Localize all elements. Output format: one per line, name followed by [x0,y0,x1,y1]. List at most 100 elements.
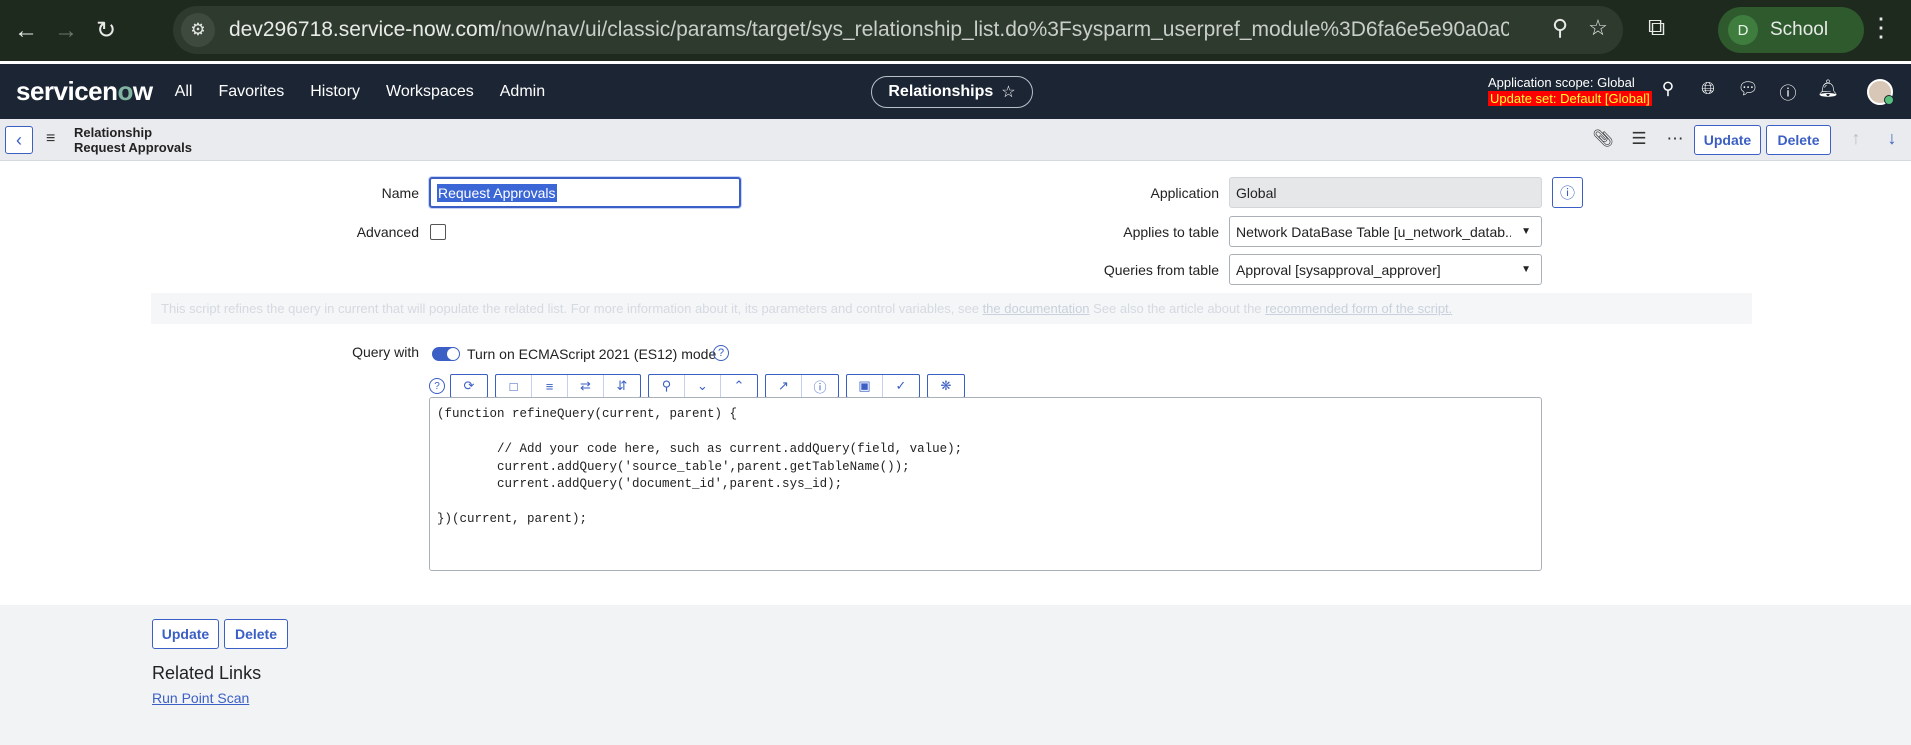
user-avatar[interactable] [1867,79,1894,105]
toolbar-group-2: □ ≡ ⇄ ⇵ [495,374,641,398]
next-record-icon[interactable]: ↓ [1874,128,1910,149]
update-set-text: Update set: Default [Global] [1488,91,1652,106]
script-editor[interactable]: (function refineQuery(current, parent) {… [429,397,1542,571]
recommended-form-link[interactable]: recommended form of the script. [1265,301,1452,316]
update-button[interactable]: Update [1694,125,1761,155]
servicenow-header: servicenow All Favorites History Workspa… [0,64,1911,119]
chat-icon[interactable]: 💬︎ [1728,79,1768,104]
paperclip-icon[interactable]: 📎︎ [1585,129,1621,149]
application-field: Global [1229,177,1542,208]
header-icons: ⚲ 🌐︎ 💬︎ ⓘ 🔔︎ [1648,79,1848,104]
reload-icon[interactable]: ↻ [86,11,126,51]
browser-menu-icon[interactable]: ⋮ [1868,12,1894,43]
toolbar-group-4: ↗ ⓘ [765,374,839,398]
nav-favorites[interactable]: Favorites [218,83,284,101]
nav-all[interactable]: All [175,83,193,101]
globe-icon[interactable]: 🌐︎ [1688,79,1728,104]
format-code-icon[interactable]: ⟳ [451,375,487,397]
find-previous-icon[interactable]: ⌃ [721,375,757,397]
queries-from-table-label: Queries from table [1103,262,1219,278]
url-domain: dev296718.service-now.com [229,18,496,41]
queries-from-table-value: Approval [sysapproval_approver] [1236,261,1441,278]
application-label: Application [1150,185,1220,201]
chevron-down-icon: ▼ [1521,226,1531,237]
previous-record-icon[interactable]: ↑ [1838,128,1874,149]
fullscreen-icon[interactable]: ↗ [766,375,802,397]
zoom-icon[interactable]: ⚲ [1545,15,1575,41]
extensions-icon[interactable]: ⧉ [1648,14,1665,42]
find-next-icon[interactable]: ⌄ [685,375,721,397]
search-icon[interactable]: ⚲ [1648,79,1688,104]
toolbar-group-5: ▣ ✓ [846,374,920,398]
es12-toggle-label: Turn on ECMAScript 2021 (ES12) mode [467,346,717,362]
back-button[interactable]: ‹ [5,126,33,154]
name-field[interactable]: Request Approvals [429,177,741,208]
documentation-link[interactable]: the documentation [983,301,1090,316]
star-icon[interactable]: ☆ [1001,82,1015,102]
footer-update-button[interactable]: Update [152,619,219,649]
back-arrow-icon[interactable]: ← [6,11,46,51]
form-footer: Update Delete Related Links Run Point Sc… [0,605,1911,745]
profile-avatar: D [1728,15,1758,45]
nav-history[interactable]: History [310,83,360,101]
queries-from-table-select[interactable]: Approval [sysapproval_approver] ▼ [1229,254,1542,285]
form-header-icons: 📎︎ ☰ ⋯ [1585,129,1693,149]
hint-text-2: See also the article about the [1089,301,1266,316]
nav-admin[interactable]: Admin [500,83,545,101]
name-label: Name [381,185,419,201]
form-header-bar: ‹ ≡ Relationship Request Approvals 📎︎ ☰ … [0,119,1911,161]
related-links-title: Related Links [152,663,262,683]
bookmark-star-icon[interactable]: ☆ [1583,15,1613,41]
es12-help-icon[interactable]: ? [713,345,729,361]
search-code-icon[interactable]: ⚲ [649,375,685,397]
forward-arrow-icon[interactable]: → [46,11,86,51]
es12-toggle[interactable] [432,347,460,361]
url-text[interactable]: dev296718.service-now.com/now/nav/ui/cla… [229,18,1509,42]
application-value: Global [1236,184,1277,201]
replace-icon[interactable]: ⇄ [568,375,604,397]
syntax-check-icon[interactable]: ✓ [883,375,919,397]
settings-sliders-icon[interactable]: ☰ [1621,129,1657,149]
help-icon[interactable]: ⓘ [1768,79,1808,104]
form-record-name: Request Approvals [74,140,192,155]
query-with-label: Query with [352,344,419,360]
applies-to-table-value: Network DataBase Table [u_network_datab.… [1236,223,1511,240]
application-info-button[interactable]: ⓘ [1552,177,1583,208]
address-bar[interactable]: ⚙ dev296718.service-now.com/now/nav/ui/c… [173,6,1623,54]
more-options-icon[interactable]: ⋯ [1657,129,1693,149]
name-field-value: Request Approvals [437,183,557,202]
profile-button[interactable]: D School [1718,7,1864,53]
site-settings-icon[interactable]: ⚙ [181,13,215,47]
toolbar-group-1: ⟳ [450,374,488,398]
url-path: /now/nav/ui/classic/params/target/sys_re… [495,18,1509,41]
editor-help-icon[interactable]: ? [429,378,445,394]
script-hint: This script refines the query in current… [151,293,1752,324]
applies-to-table-label: Applies to table [1123,224,1219,240]
delete-button[interactable]: Delete [1766,125,1831,155]
scope-info[interactable]: Application scope: Global Update set: De… [1488,75,1652,107]
format-icon[interactable]: ≡ [532,375,568,397]
bell-icon[interactable]: 🔔︎ [1808,79,1848,104]
footer-delete-button[interactable]: Delete [224,619,288,649]
editor-info-icon[interactable]: ⓘ [802,375,838,397]
replace-all-icon[interactable]: ⇵ [604,375,640,397]
app-scope-text: Application scope: Global [1488,75,1635,90]
comment-icon[interactable]: □ [496,375,532,397]
advanced-checkbox[interactable] [430,224,446,240]
toolbar-group-3: ⚲ ⌄ ⌃ [648,374,758,398]
context-pill-label: Relationships [888,83,994,100]
browser-toolbar: ← → ↻ ⚙ dev296718.service-now.com/now/na… [0,0,1911,61]
chevron-down-icon: ▼ [1521,264,1531,275]
applies-to-table-select[interactable]: Network DataBase Table [u_network_datab.… [1229,216,1542,247]
context-pill[interactable]: Relationships ☆ [871,76,1033,108]
save-icon[interactable]: ▣ [847,375,883,397]
nav-workspaces[interactable]: Workspaces [386,83,474,101]
run-point-scan-link[interactable]: Run Point Scan [152,690,249,706]
advanced-label: Advanced [356,224,419,240]
toolbar-group-6: ❋ [927,374,965,398]
debug-icon[interactable]: ❋ [928,375,964,397]
context-menu-icon[interactable]: ≡ [46,130,55,148]
profile-name: School [1770,19,1829,40]
servicenow-logo[interactable]: servicenow [16,76,153,107]
form-title: Relationship Request Approvals [74,125,192,155]
